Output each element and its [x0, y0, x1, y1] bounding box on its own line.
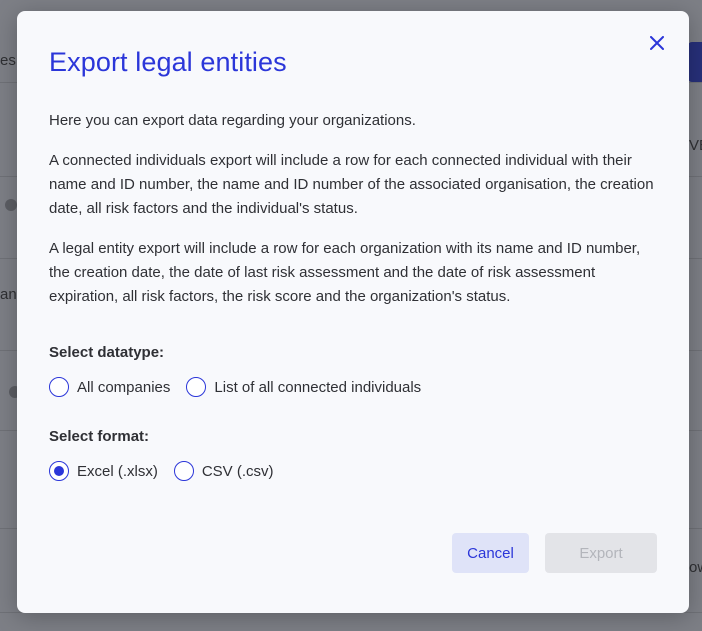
radio-excel[interactable]: Excel (.xlsx) — [49, 461, 158, 481]
radio-connected-individuals[interactable]: List of all connected individuals — [186, 377, 421, 397]
background-action-button — [688, 42, 702, 82]
export-button[interactable]: Export — [545, 533, 657, 573]
radio-button-selected[interactable] — [49, 461, 69, 481]
intro-text: Here you can export data regarding your … — [49, 112, 416, 129]
background-text: ow — [689, 559, 702, 576]
radio-button[interactable] — [186, 377, 207, 397]
format-label: Select format: — [49, 428, 150, 445]
close-button[interactable] — [647, 33, 667, 53]
format-radio-group: Excel (.xlsx) CSV (.csv) — [49, 461, 290, 481]
radio-label: List of all connected individuals — [214, 378, 422, 396]
radio-label: All companies — [77, 378, 171, 396]
radio-all-companies[interactable]: All companies — [49, 377, 170, 397]
dialog-title: Export legal entities — [49, 47, 287, 77]
radio-button[interactable] — [173, 461, 194, 481]
datatype-radio-group: All companies List of all connected indi… — [49, 377, 437, 397]
radio-button[interactable] — [49, 377, 69, 397]
datatype-label: Select datatype: — [49, 344, 165, 361]
info-icon — [5, 199, 17, 211]
legal-entity-description: A legal entity export will include a row… — [49, 240, 641, 305]
radio-csv[interactable]: CSV (.csv) — [173, 461, 274, 481]
close-icon — [650, 36, 664, 50]
export-dialog: Export legal entities Here you can expor… — [17, 11, 689, 613]
cancel-button[interactable]: Cancel — [452, 533, 529, 573]
connected-individuals-description: A connected individuals export will incl… — [49, 152, 654, 217]
radio-label: Excel (.xlsx) — [77, 462, 158, 480]
background-text: an — [0, 286, 17, 303]
background-text: VE — [689, 137, 702, 154]
radio-label: CSV (.csv) — [201, 462, 274, 480]
